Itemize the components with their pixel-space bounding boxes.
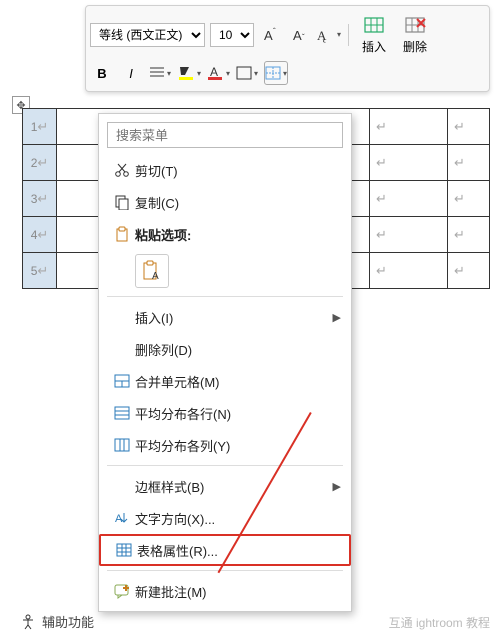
menu-label: 复制(C) — [135, 193, 341, 212]
font-color-icon[interactable]: A▾ — [206, 61, 230, 85]
menu-label: 合并单元格(M) — [135, 372, 341, 391]
table-properties-icon — [111, 543, 137, 557]
menu-text-direction[interactable]: A 文字方向(X)... — [99, 502, 351, 534]
menu-cut[interactable]: 剪切(T) — [99, 154, 351, 186]
svg-text:ˆ: ˆ — [273, 27, 276, 36]
new-comment-icon — [109, 583, 135, 599]
svg-text:A: A — [264, 28, 273, 43]
menu-label: 表格属性(R)... — [137, 541, 339, 560]
menu-label: 新建批注(M) — [135, 582, 341, 601]
menu-merge-cells[interactable]: 合并单元格(M) — [99, 365, 351, 397]
chevron-right-icon: ▶ — [333, 480, 341, 493]
clipboard-icon — [109, 226, 135, 242]
svg-text:A: A — [210, 65, 218, 79]
svg-text:Ą: Ą — [317, 28, 327, 43]
menu-insert[interactable]: 插入(I) ▶ — [99, 301, 351, 333]
chevron-right-icon: ▶ — [333, 311, 341, 324]
accessibility-label[interactable]: 辅助功能 — [42, 612, 94, 631]
mini-toolbar: 等线 (西文正文) 10 Aˆ Aˇ Ą▾ 插入 删除 B I ▾ ▾ — [85, 5, 490, 92]
cut-icon — [109, 162, 135, 178]
menu-copy[interactable]: 复制(C) — [99, 186, 351, 218]
menu-border-style[interactable]: 边框样式(B) ▶ — [99, 470, 351, 502]
borders-icon[interactable]: ▾ — [235, 61, 259, 85]
menu-label: 边框样式(B) — [135, 477, 333, 496]
bold-icon[interactable]: B — [90, 61, 114, 85]
menu-new-comment[interactable]: 新建批注(M) — [99, 575, 351, 607]
shading-icon[interactable]: ▾ — [264, 61, 288, 85]
menu-distribute-rows[interactable]: 平均分布各行(N) — [99, 397, 351, 429]
menu-delete-column[interactable]: 删除列(D) — [99, 333, 351, 365]
svg-text:A: A — [115, 513, 123, 525]
delete-button[interactable]: 删除 — [397, 12, 433, 57]
italic-icon[interactable]: I — [119, 61, 143, 85]
accessibility-icon[interactable] — [20, 614, 36, 630]
menu-label: 删除列(D) — [135, 340, 341, 359]
styles-pane-icon[interactable]: Ą▾ — [317, 23, 341, 47]
copy-icon — [109, 194, 135, 210]
svg-text:A: A — [152, 271, 159, 282]
distribute-rows-icon — [109, 406, 135, 420]
status-bar: 辅助功能 — [20, 612, 94, 631]
svg-text:A: A — [293, 28, 302, 43]
menu-label: 文字方向(X)... — [135, 509, 341, 528]
menu-label: 剪切(T) — [135, 161, 341, 180]
decrease-font-icon[interactable]: Aˇ — [288, 23, 312, 47]
menu-label: 插入(I) — [135, 308, 333, 327]
menu-label: 平均分布各行(N) — [135, 404, 341, 423]
merge-cells-icon — [109, 374, 135, 388]
text-direction-icon: A — [109, 510, 135, 526]
menu-label: 粘贴选项: — [135, 225, 341, 244]
menu-search-input[interactable] — [107, 122, 343, 148]
menu-paste-options: 粘贴选项: — [99, 218, 351, 250]
menu-table-properties[interactable]: 表格属性(R)... — [99, 534, 351, 566]
menu-label: 平均分布各列(Y) — [135, 436, 341, 455]
font-family-select[interactable]: 等线 (西文正文) — [90, 23, 205, 47]
distribute-columns-icon — [109, 438, 135, 452]
paste-keep-text-icon[interactable]: A — [135, 254, 169, 288]
increase-font-icon[interactable]: Aˆ — [259, 23, 283, 47]
svg-text:ˇ: ˇ — [302, 33, 305, 42]
menu-distribute-columns[interactable]: 平均分布各列(Y) — [99, 429, 351, 461]
insert-button[interactable]: 插入 — [356, 12, 392, 57]
watermark-text: 互通 ightroom 教程 — [389, 614, 490, 631]
font-size-select[interactable]: 10 — [210, 23, 254, 47]
align-icon[interactable]: ▾ — [148, 61, 172, 85]
highlight-icon[interactable]: ▾ — [177, 61, 201, 85]
context-menu: 剪切(T) 复制(C) 粘贴选项: A 插入(I) ▶ 删除列(D) 合并单元格… — [98, 113, 352, 612]
